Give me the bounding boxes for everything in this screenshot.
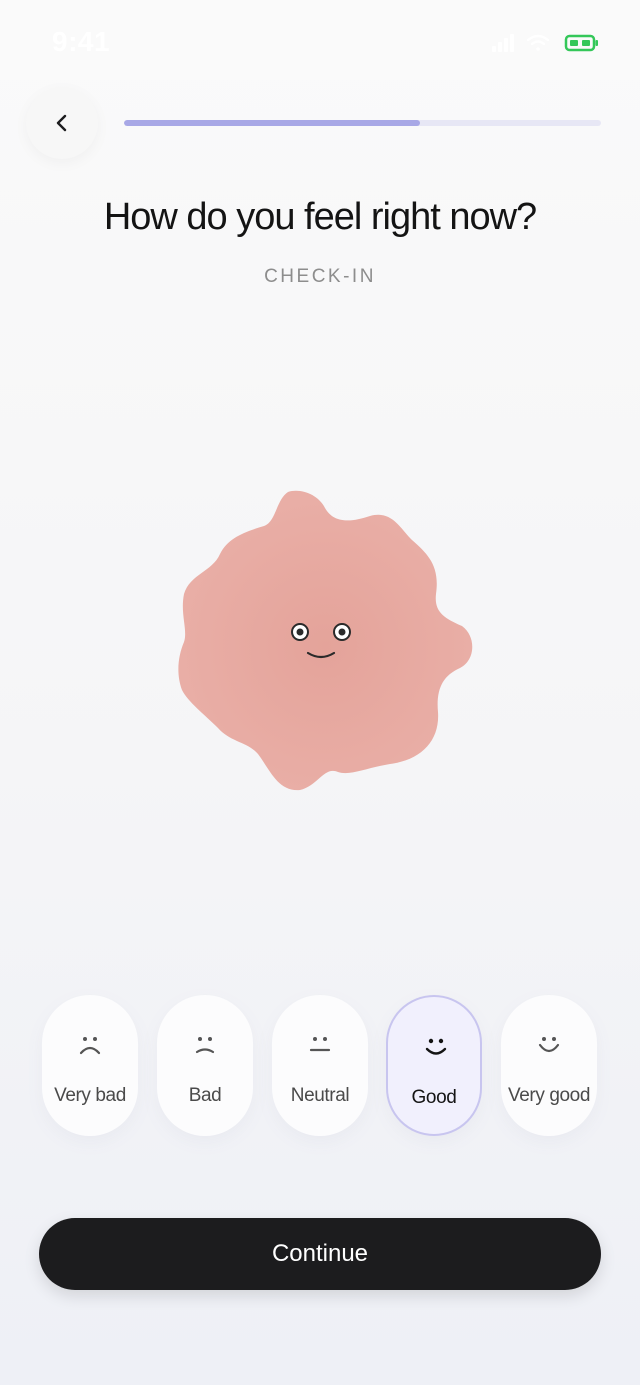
back-button[interactable] <box>26 87 98 159</box>
mood-option-good[interactable]: Good <box>386 995 482 1136</box>
battery-icon <box>564 34 598 52</box>
mood-label-very-bad: Very bad <box>54 1085 126 1106</box>
mood-blob-character <box>178 490 473 791</box>
mood-label-neutral: Neutral <box>290 1085 350 1106</box>
very-bad-face-icon <box>79 1037 101 1055</box>
mood-label-very-good: Very good <box>508 1085 590 1106</box>
status-bar: 9:41 <box>0 0 640 80</box>
mood-option-very-bad[interactable]: Very bad <box>42 995 138 1136</box>
good-face-icon <box>425 1038 447 1055</box>
bad-face-icon <box>195 1037 215 1054</box>
progress-fill <box>124 120 420 126</box>
signal-icon <box>492 34 514 52</box>
progress-bar <box>124 120 601 126</box>
wifi-icon <box>526 34 550 51</box>
very-good-face-icon <box>538 1037 560 1053</box>
mood-character <box>160 470 490 810</box>
chevron-left-icon <box>56 114 67 132</box>
status-time: 9:41 <box>52 26 111 57</box>
neutral-face-icon <box>309 1037 331 1052</box>
mood-option-bad[interactable]: Bad <box>157 995 253 1136</box>
status-icons <box>492 34 598 52</box>
mood-label-bad: Bad <box>188 1085 222 1106</box>
mood-selector: Very bad Bad Neutral Good Very good <box>42 995 598 1138</box>
page-title: How do you feel right now? <box>103 196 537 238</box>
mood-label-good: Good <box>411 1087 457 1108</box>
continue-button[interactable]: Continue <box>39 1218 601 1290</box>
blob-body <box>178 490 473 791</box>
mood-option-neutral[interactable]: Neutral <box>272 995 368 1136</box>
mood-option-very-good[interactable]: Very good <box>501 995 597 1136</box>
page-subtitle: CHECK-IN <box>264 266 376 287</box>
